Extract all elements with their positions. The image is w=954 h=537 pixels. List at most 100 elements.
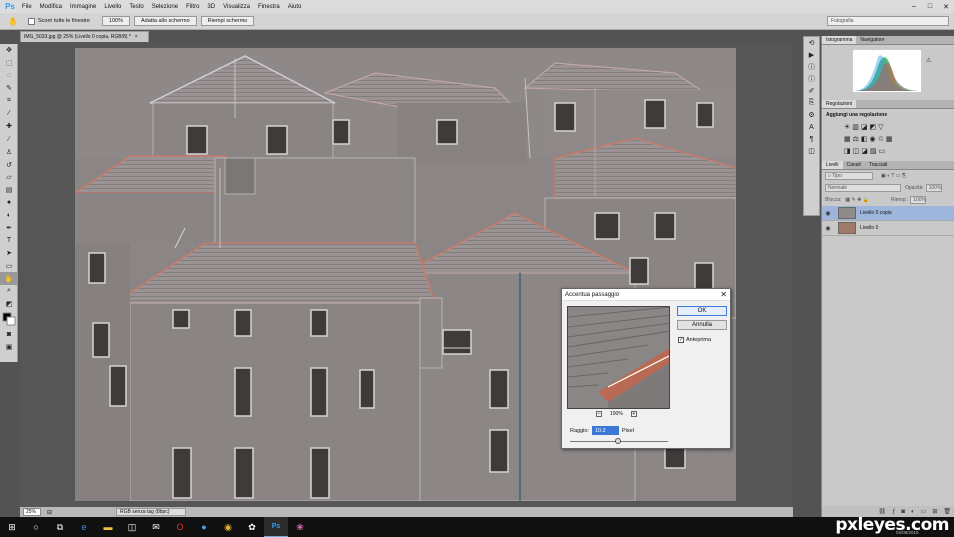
menu-file[interactable]: File	[18, 4, 36, 10]
history-panel-icon[interactable]: ⟲	[804, 37, 819, 49]
status-menu-icon[interactable]: ⊟	[47, 509, 52, 516]
histogram-warning-icon[interactable]: ⚠	[926, 57, 931, 64]
gradient-map-icon[interactable]: ▭	[879, 147, 886, 155]
info-i-icon[interactable]: ⓘ	[804, 73, 819, 85]
close-icon[interactable]: ✕	[720, 290, 727, 299]
dodge-icon[interactable]: ◐	[0, 209, 18, 222]
preview-check-icon[interactable]: ✓	[678, 337, 684, 343]
blur-icon[interactable]: ●	[0, 196, 18, 209]
info-panel-icon[interactable]: ⓘ	[804, 61, 819, 73]
group-icon[interactable]: ▭	[921, 508, 927, 515]
trash-icon[interactable]: 🗑	[943, 508, 951, 515]
menu-help[interactable]: Aiuto	[284, 4, 306, 10]
actions-panel-icon[interactable]: ▶	[804, 49, 819, 61]
workspace-select[interactable]: Fotografia	[827, 16, 949, 26]
fill-field[interactable]: 100%	[910, 196, 927, 204]
marquee-icon[interactable]: ⬚	[0, 57, 18, 70]
document-tab[interactable]: IMG_5033.jpg @ 25% (Livello 0 copia, RGB…	[20, 31, 149, 42]
gradient-icon[interactable]: ▤	[0, 184, 18, 197]
menu-view[interactable]: Visualizza	[219, 4, 254, 10]
menu-image[interactable]: Immagine	[66, 4, 100, 10]
fill-screen-button[interactable]: Riempi schermo	[200, 16, 255, 26]
history-brush-icon[interactable]: ↺	[0, 158, 18, 171]
lasso-icon[interactable]: ◌	[0, 69, 18, 82]
menu-3d[interactable]: 3D	[203, 4, 219, 10]
scroll-all-checkbox[interactable]	[27, 17, 35, 25]
task-view-icon[interactable]: ⧉	[48, 517, 72, 537]
healing-icon[interactable]: ✚	[0, 120, 18, 133]
hand-icon[interactable]: ✋	[0, 272, 18, 286]
layer-kind-select[interactable]: ⌕ Tipo	[825, 172, 873, 180]
menu-edit[interactable]: Modifica	[36, 4, 66, 10]
menu-filter[interactable]: Filtro	[182, 4, 203, 10]
default-colors-icon[interactable]: ◩	[0, 298, 18, 311]
threshold-icon[interactable]: ◪	[861, 147, 868, 155]
hue-sat-icon[interactable]: ▦	[844, 135, 851, 143]
filter-preview[interactable]	[567, 306, 670, 409]
lock-icons[interactable]: ▦ ✎ ✥ 🔒	[845, 197, 869, 203]
visibility-eye-icon[interactable]: ◉	[822, 210, 834, 217]
menu-type[interactable]: Testo	[125, 4, 147, 10]
pen-icon[interactable]: ✒	[0, 222, 18, 235]
tab-navigator[interactable]: Navigatore	[856, 36, 888, 44]
quick-mask-icon[interactable]: ◙	[0, 328, 18, 341]
vibrance-icon[interactable]: ▽	[878, 123, 883, 131]
move-icon[interactable]: ✥	[0, 44, 18, 57]
opacity-field[interactable]: 100%	[925, 184, 942, 192]
new-layer-icon[interactable]: ⊞	[932, 508, 937, 515]
mask-icon[interactable]: ◙	[901, 509, 905, 515]
character-icon[interactable]: A	[804, 121, 819, 133]
tab-adjustments[interactable]: Regolazioni	[822, 100, 857, 108]
tab-layers[interactable]: Livelli	[822, 161, 843, 169]
menu-layer[interactable]: Livello	[100, 4, 125, 10]
ok-button[interactable]: OK	[677, 306, 727, 316]
color-lookup-icon[interactable]: ▦	[886, 135, 893, 143]
crop-icon[interactable]: ⌗	[0, 95, 18, 108]
file-explorer-icon[interactable]: ▬	[96, 517, 120, 537]
hand-tool-icon[interactable]: ✋	[8, 17, 18, 26]
brush-panel-icon[interactable]: ✐	[804, 85, 819, 97]
close-icon[interactable]: ✕	[938, 0, 954, 13]
stamp-icon[interactable]: ♙	[0, 146, 18, 159]
radius-input[interactable]: 10.2	[591, 426, 619, 435]
invert-icon[interactable]: ◨	[844, 147, 851, 155]
edge-icon[interactable]: e	[72, 517, 96, 537]
channel-mixer-icon[interactable]: ♲	[878, 135, 884, 143]
brush-icon[interactable]: ∕	[0, 133, 18, 146]
zoom-out-icon[interactable]: –	[596, 411, 602, 417]
tab-paths[interactable]: Tracciati	[865, 161, 892, 169]
color-balance-icon[interactable]: ⚖	[853, 135, 859, 143]
link-icon[interactable]: ⛓	[878, 508, 886, 515]
mail-icon[interactable]: ✉	[144, 517, 168, 537]
tab-channels[interactable]: Canali	[843, 161, 865, 169]
cancel-button[interactable]: Annulla	[677, 320, 727, 330]
zoom-100-button[interactable]: 100%	[101, 16, 131, 26]
layer-row[interactable]: ◉ Livello 0	[822, 221, 954, 236]
close-tab-icon[interactable]: ×	[135, 34, 138, 40]
shape-icon[interactable]: ▭	[0, 260, 18, 273]
maximize-icon[interactable]: □	[922, 0, 938, 13]
tab-histogram[interactable]: Istogramma	[822, 36, 857, 44]
zoom-icon[interactable]: ⌕	[0, 285, 18, 298]
fit-screen-button[interactable]: Adatta allo schermo	[134, 16, 197, 26]
path-select-icon[interactable]: ➤	[0, 247, 18, 260]
tool-presets-icon[interactable]: ⚙	[804, 109, 819, 121]
preview-checkbox[interactable]: ✓ Anteprima	[678, 337, 711, 343]
menu-select[interactable]: Selezione	[148, 4, 182, 10]
chrome-icon[interactable]: ◉	[216, 517, 240, 537]
visibility-eye-icon[interactable]: ◉	[822, 225, 834, 232]
radius-slider-thumb[interactable]	[615, 438, 621, 444]
skype-icon[interactable]: ●	[192, 517, 216, 537]
paragraph-icon[interactable]: ¶	[804, 133, 819, 145]
layer-comps-icon[interactable]: ◫	[804, 145, 819, 157]
layer-row[interactable]: ◉ Livello 0 copia	[822, 206, 954, 221]
zoom-in-icon[interactable]: +	[630, 411, 637, 417]
posterize-icon[interactable]: ◫	[853, 147, 860, 155]
quick-select-icon[interactable]: ✎	[0, 82, 18, 95]
search-icon[interactable]: ○	[24, 517, 48, 537]
photoshop-taskbar-icon[interactable]: Ps	[264, 517, 288, 537]
color-swatches-icon[interactable]	[0, 310, 18, 328]
adjustment-layer-icon[interactable]: ◐	[911, 509, 915, 515]
menu-window[interactable]: Finestra	[254, 4, 284, 10]
brightness-icon[interactable]: ☀	[844, 123, 850, 131]
